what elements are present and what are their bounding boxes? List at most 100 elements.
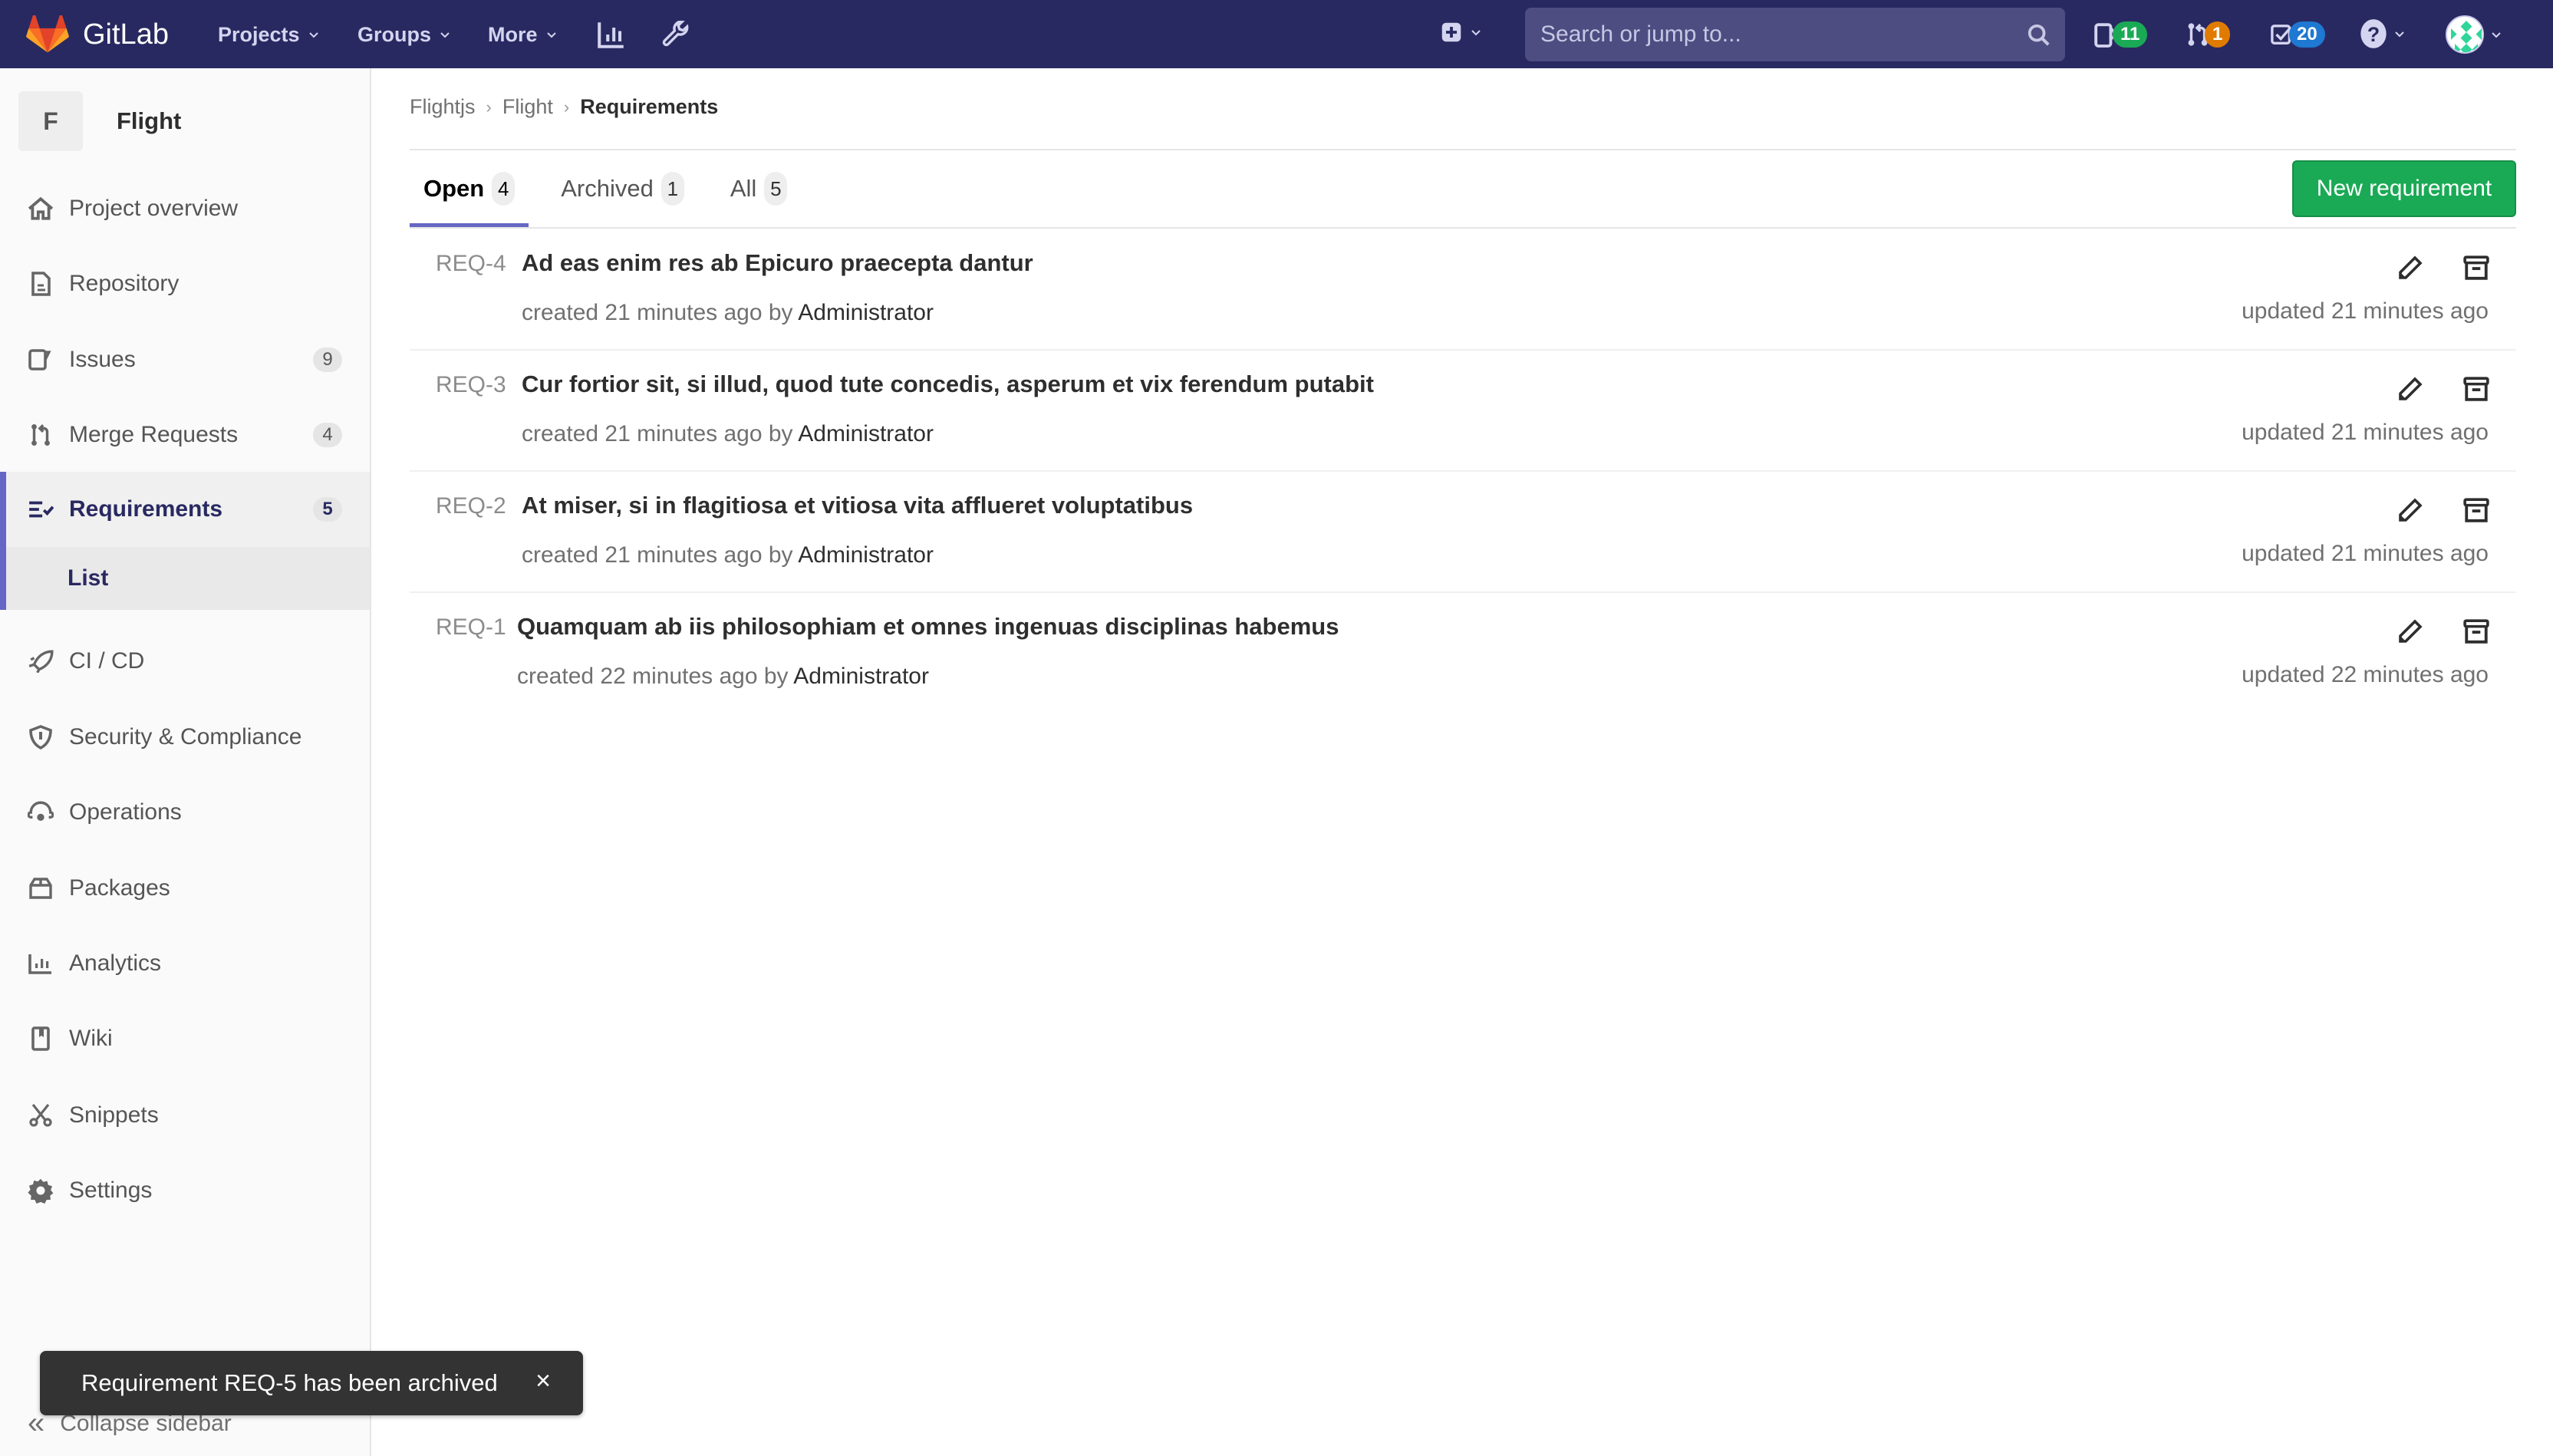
breadcrumb-item-project[interactable]: Flight — [502, 95, 553, 119]
sidebar-item-label: Issues — [69, 347, 136, 372]
issues-counter[interactable]: 11 — [2094, 18, 2148, 51]
help-dropdown[interactable]: ? — [2360, 18, 2406, 49]
sidebar-subitem-list[interactable]: List — [0, 547, 370, 610]
requirements-count-badge: 5 — [313, 497, 342, 522]
tab-all[interactable]: All 5 — [716, 150, 801, 227]
admin-area-button[interactable] — [660, 18, 692, 51]
package-icon — [28, 875, 54, 901]
archive-button[interactable] — [2461, 495, 2492, 525]
sidebar-item-snippets[interactable]: Snippets — [0, 1089, 370, 1142]
requirement-row[interactable]: REQ-3 Cur fortior sit, si illud, quod tu… — [410, 351, 2516, 472]
row-actions — [2395, 495, 2492, 525]
sidebar-item-label: Operations — [69, 799, 182, 825]
chart-icon — [598, 22, 624, 48]
user-menu[interactable] — [2446, 15, 2502, 54]
sidebar-item-label: Wiki — [69, 1026, 113, 1051]
tab-open[interactable]: Open 4 — [410, 150, 529, 228]
requirement-created-meta: created 21 minutes ago by Administrator — [522, 300, 934, 326]
close-icon[interactable]: × — [535, 1366, 551, 1396]
sidebar-item-wiki[interactable]: Wiki — [0, 1012, 370, 1066]
sidebar-item-label: Requirements — [69, 496, 223, 522]
edit-button[interactable] — [2395, 374, 2426, 404]
author-link[interactable]: Administrator — [798, 300, 934, 325]
requirement-title[interactable]: At miser, si in flagitiosa et vitiosa vi… — [522, 492, 1193, 519]
search-input[interactable] — [1540, 21, 2027, 48]
archive-icon — [2463, 377, 2489, 401]
created-text: created 21 minutes ago by — [522, 421, 793, 446]
author-link[interactable]: Administrator — [798, 421, 934, 446]
shield-icon — [28, 724, 54, 750]
gitlab-logo-icon[interactable] — [26, 15, 69, 54]
author-link[interactable]: Administrator — [793, 664, 929, 689]
sidebar-item-issues[interactable]: Issues 9 — [0, 333, 370, 387]
activity-chart-button[interactable] — [595, 18, 628, 51]
groups-menu[interactable]: Groups — [357, 17, 451, 52]
sidebar-item-label: Merge Requests — [69, 422, 239, 447]
archive-button[interactable] — [2461, 374, 2492, 404]
breadcrumb-item-current[interactable]: Requirements — [580, 95, 718, 119]
created-text: created 22 minutes ago by — [517, 664, 789, 689]
search-box[interactable] — [1525, 8, 2065, 61]
sidebar-item-repository[interactable]: Repository — [0, 257, 370, 311]
tab-label: Open — [423, 175, 485, 202]
svg-text:?: ? — [2367, 23, 2380, 46]
home-icon — [28, 196, 54, 222]
merge-requests-counter[interactable]: 1 — [2186, 18, 2231, 51]
chevron-down-icon — [1471, 30, 1481, 36]
pencil-icon — [2399, 377, 2423, 400]
tab-archived[interactable]: Archived 1 — [547, 150, 698, 227]
sidebar-item-packages[interactable]: Packages — [0, 861, 370, 915]
chart-icon — [28, 950, 54, 977]
sidebar-item-project-overview[interactable]: Project overview — [0, 182, 370, 236]
tab-count-badge: 5 — [764, 172, 788, 206]
toast-notification: Requirement REQ-5 has been archived × — [40, 1351, 583, 1415]
requirement-reference: REQ-3 — [436, 372, 506, 397]
edit-button[interactable] — [2395, 495, 2426, 525]
sidebar-item-label: Snippets — [69, 1102, 159, 1128]
requirement-updated-text: updated 22 minutes ago — [2242, 662, 2489, 687]
requirement-reference: REQ-2 — [436, 493, 506, 519]
sidebar-item-merge-requests[interactable]: Merge Requests 4 — [0, 408, 370, 462]
brand-name[interactable]: GitLab — [83, 15, 169, 54]
top-navbar: GitLab Projects Groups More 11 1 20 ? — [0, 0, 2553, 68]
requirement-title[interactable]: Ad eas enim res ab Epicuro praecepta dan… — [522, 249, 1033, 277]
requirement-title[interactable]: Quamquam ab iis philosophiam et omnes in… — [517, 613, 1339, 641]
sidebar-item-requirements[interactable]: Requirements 5 — [0, 472, 370, 547]
author-link[interactable]: Administrator — [798, 542, 934, 568]
search-icon — [2028, 24, 2050, 46]
more-menu[interactable]: More — [488, 17, 558, 52]
chevron-down-icon — [440, 32, 450, 38]
sidebar-item-label: CI / CD — [69, 648, 145, 674]
todos-counter[interactable]: 20 — [2271, 18, 2325, 51]
edit-button[interactable] — [2395, 252, 2426, 283]
breadcrumb-separator-icon: › — [563, 97, 570, 117]
requirements-list: REQ-4 Ad eas enim res ab Epicuro praecep… — [410, 229, 2516, 714]
merge-requests-count-badge: 1 — [2205, 21, 2231, 48]
row-actions — [2395, 374, 2492, 404]
question-icon: ? — [2360, 19, 2387, 48]
requirement-row[interactable]: REQ-2 At miser, si in flagitiosa et viti… — [410, 472, 2516, 593]
archive-button[interactable] — [2461, 616, 2492, 647]
sidebar-item-security-compliance[interactable]: Security & Compliance — [0, 710, 370, 764]
sidebar-item-analytics[interactable]: Analytics — [0, 937, 370, 990]
breadcrumb-item-group[interactable]: Flightjs — [410, 95, 476, 119]
archive-button[interactable] — [2461, 252, 2492, 283]
merge-request-icon — [28, 422, 54, 448]
sidebar-item-settings[interactable]: Settings — [0, 1164, 370, 1217]
new-item-dropdown[interactable] — [1441, 21, 1482, 43]
requirement-row[interactable]: REQ-4 Ad eas enim res ab Epicuro praecep… — [410, 229, 2516, 351]
requirement-row[interactable]: REQ-1 Quamquam ab iis philosophiam et om… — [410, 593, 2516, 714]
requirement-title[interactable]: Cur fortior sit, si illud, quod tute con… — [522, 371, 1374, 398]
cloud-gear-icon — [28, 799, 54, 825]
project-header[interactable]: F Flight — [18, 91, 181, 151]
groups-menu-label: Groups — [357, 22, 432, 46]
projects-menu[interactable]: Projects — [218, 17, 320, 52]
edit-button[interactable] — [2395, 616, 2426, 647]
sidebar-item-operations[interactable]: Operations — [0, 786, 370, 839]
sidebar-item-ci-cd[interactable]: CI / CD — [0, 634, 370, 688]
tab-count-badge: 4 — [492, 172, 516, 206]
tab-label: Archived — [561, 175, 654, 202]
new-requirement-button[interactable]: New requirement — [2292, 160, 2516, 217]
requirement-updated-text: updated 21 minutes ago — [2242, 298, 2489, 324]
issues-count-badge: 9 — [313, 348, 342, 372]
